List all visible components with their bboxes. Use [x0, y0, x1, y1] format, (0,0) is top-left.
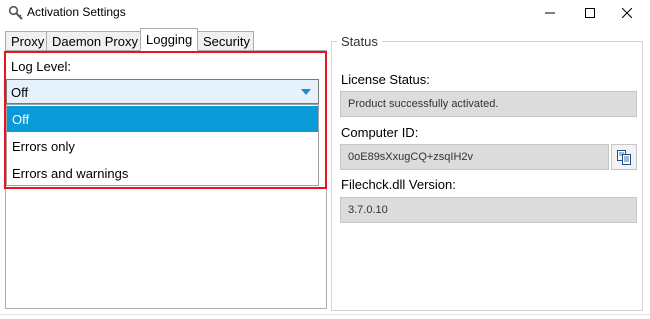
- license-status-label: License Status:: [341, 72, 430, 87]
- computer-id-field: 0oE89sXxugCQ+zsqIH2v: [340, 144, 609, 170]
- log-level-dropdown-list: Off Errors only Errors and warnings: [6, 104, 319, 186]
- key-search-icon: [8, 5, 23, 20]
- tab-daemon-proxy[interactable]: Daemon Proxy: [46, 31, 141, 51]
- log-level-option-errors-only[interactable]: Errors only: [7, 133, 318, 159]
- title-bar: Activation Settings: [0, 0, 650, 26]
- bottom-divider: [0, 314, 650, 315]
- close-icon: [622, 8, 632, 18]
- filechck-version-field: 3.7.0.10: [340, 197, 637, 223]
- copy-icon: [617, 150, 631, 165]
- window-title: Activation Settings: [27, 5, 126, 19]
- log-level-label: Log Level:: [11, 59, 71, 74]
- minimize-icon: [545, 12, 555, 14]
- activation-settings-window: Activation Settings Proxy Daemon Proxy L…: [0, 0, 650, 319]
- log-level-combobox[interactable]: Off: [6, 79, 319, 104]
- tab-proxy[interactable]: Proxy: [5, 31, 47, 51]
- log-level-selected-value: Off: [11, 85, 29, 100]
- status-group-title: Status: [337, 34, 382, 49]
- close-button[interactable]: [604, 0, 650, 26]
- tab-logging[interactable]: Logging: [140, 28, 198, 51]
- chevron-down-icon: [301, 89, 311, 95]
- license-status-field: Product successfully activated.: [340, 91, 637, 117]
- log-level-option-errors-and-warnings[interactable]: Errors and warnings: [7, 160, 318, 186]
- copy-computer-id-button[interactable]: [611, 144, 637, 170]
- computer-id-label: Computer ID:: [341, 125, 419, 140]
- filechck-version-label: Filechck.dll Version:: [341, 177, 456, 192]
- maximize-icon: [585, 8, 595, 18]
- log-level-option-off[interactable]: Off: [7, 106, 318, 132]
- tab-security[interactable]: Security: [197, 31, 254, 51]
